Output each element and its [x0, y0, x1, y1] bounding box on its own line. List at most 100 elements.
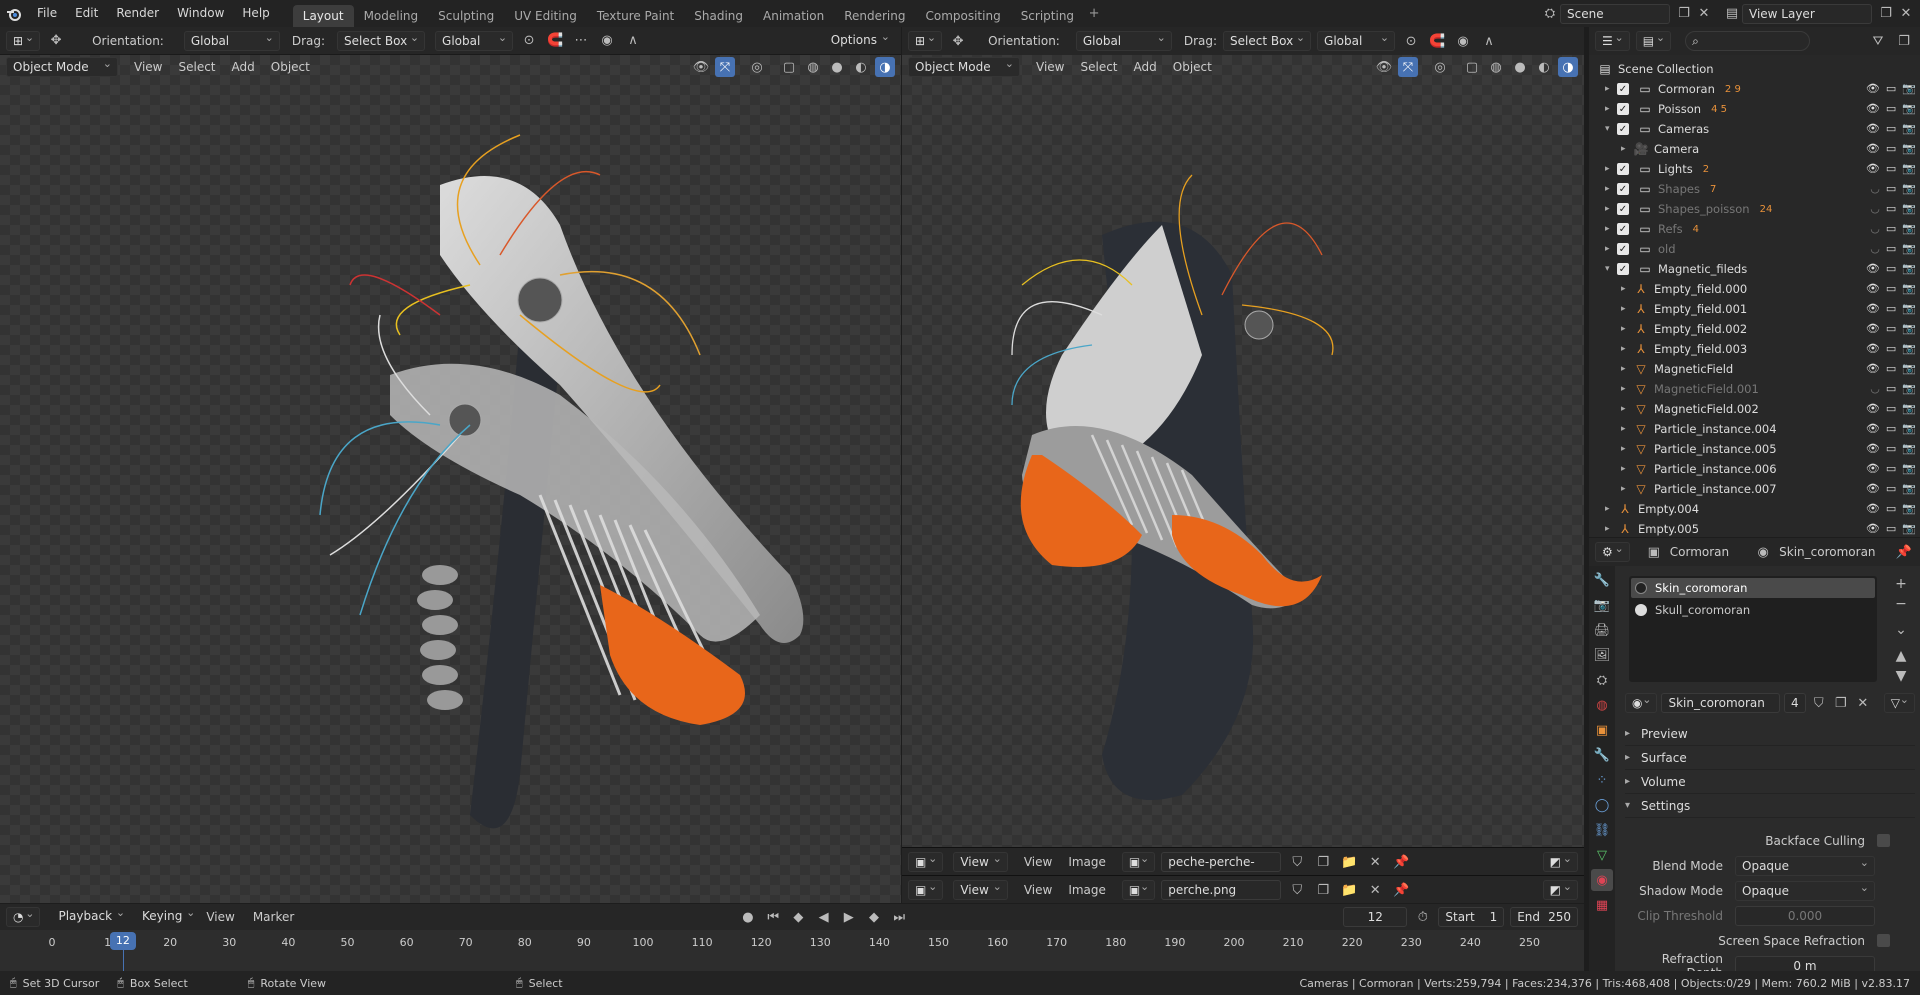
menu-object[interactable]: Object	[271, 60, 310, 74]
rendered-shading-icon[interactable]: ◑	[875, 57, 895, 77]
outliner-row[interactable]: ▸ 🎥 Camera 👁 ▭ 📷	[1597, 139, 1920, 159]
world-tab-icon[interactable]: ◍	[1591, 694, 1613, 716]
editor-type-dropdown[interactable]: ⊞	[6, 29, 41, 51]
move-slot-up-icon[interactable]: ▲	[1889, 646, 1913, 666]
menu-view[interactable]: View	[134, 60, 162, 74]
pin-context-icon[interactable]: 📌	[1894, 542, 1914, 562]
outliner-row[interactable]: ▸ ✓ ▭ old ◡ ▭ 📷	[1597, 239, 1920, 259]
image-menu-view-2[interactable]: View	[1024, 883, 1052, 897]
outliner-row[interactable]: ▸ ▽ Particle_instance.007 👁 ▭ 📷	[1597, 479, 1920, 499]
outliner-search-input[interactable]: ⌕	[1685, 31, 1811, 51]
render-camera-icon[interactable]: 📷	[1902, 302, 1916, 315]
eye-icon[interactable]: 👁	[1866, 342, 1880, 355]
gizmo-toggle-icon[interactable]: ⤧	[715, 57, 735, 77]
render-camera-icon[interactable]: 📷	[1902, 162, 1916, 175]
transform-gizmo-icon-right[interactable]: ✥	[948, 31, 968, 51]
viewport-display-icon[interactable]: ▭	[1886, 242, 1896, 255]
outliner-row[interactable]: ▸ ▽ MagneticField.002 👁 ▭ 📷	[1597, 399, 1920, 419]
transform-gizmo-icon[interactable]: ✥	[46, 31, 66, 51]
image-menu-view[interactable]: View	[1024, 855, 1052, 869]
drag-dropdown-right[interactable]: Select Box	[1223, 29, 1312, 51]
outliner-row[interactable]: ▸ ✓ ▭ Shapes 7 ◡ ▭ 📷	[1597, 179, 1920, 199]
collapsed-arrow-icon[interactable]: ▸	[1621, 364, 1633, 374]
viewport-display-icon[interactable]: ▭	[1886, 122, 1896, 135]
pin-icon[interactable]: 📌	[1391, 852, 1411, 872]
object-tab-icon[interactable]: ▣	[1591, 719, 1613, 741]
pivot-orientation-dropdown[interactable]: Global	[435, 29, 514, 51]
collapsed-arrow-icon[interactable]: ▸	[1621, 304, 1633, 314]
eye-icon[interactable]: 👁	[1866, 462, 1880, 475]
outliner-row[interactable]: ▸ ▽ MagneticField.001 ◡ ▭ 📷	[1597, 379, 1920, 399]
render-camera-icon[interactable]: 📷	[1902, 322, 1916, 335]
outliner-row[interactable]: ▸ ▽ Particle_instance.004 👁 ▭ 📷	[1597, 419, 1920, 439]
timeline-editor-type-dropdown[interactable]: ◔	[6, 905, 41, 927]
render-camera-icon[interactable]: 📷	[1902, 342, 1916, 355]
viewport-display-icon[interactable]: ▭	[1886, 402, 1896, 415]
outliner-row[interactable]: ▸ ✓ ▭ Cormoran 2 9 👁 ▭ 📷	[1597, 79, 1920, 99]
menu-select[interactable]: Select	[178, 60, 215, 74]
delete-view-layer-icon[interactable]: ✕	[1896, 4, 1916, 24]
render-camera-icon[interactable]: 📷	[1902, 462, 1916, 475]
slot-item-skin[interactable]: Skin_coromoran	[1631, 578, 1875, 598]
outliner-row[interactable]: ▸ ⅄ Empty.004 👁 ▭ 📷	[1597, 499, 1920, 519]
snap-icon-right[interactable]: 🧲	[1427, 31, 1447, 51]
properties-editor-type-dropdown[interactable]: ⚙	[1595, 540, 1630, 562]
viewport-display-icon[interactable]: ▭	[1886, 382, 1896, 395]
menu-add-right[interactable]: Add	[1134, 60, 1157, 74]
exclude-checkbox[interactable]: ✓	[1617, 183, 1629, 195]
viewport-display-icon[interactable]: ▭	[1886, 342, 1896, 355]
render-camera-icon[interactable]: 📷	[1902, 82, 1916, 95]
snap-icon[interactable]: 🧲	[545, 31, 565, 51]
view-layer-tab-icon[interactable]: 🖼	[1591, 644, 1613, 666]
collapsed-arrow-icon[interactable]: ▸	[1621, 144, 1633, 154]
preview-range-icon[interactable]: ⏱	[1413, 907, 1432, 927]
viewport-canvas-right[interactable]	[902, 55, 1584, 847]
collapsed-arrow-icon[interactable]: ▸	[1605, 184, 1617, 194]
outliner-row[interactable]: ▸ ▽ Particle_instance.006 👁 ▭ 📷	[1597, 459, 1920, 479]
menu-add[interactable]: Add	[232, 60, 255, 74]
ssr-checkbox[interactable]	[1877, 934, 1890, 947]
child-count-badge[interactable]: 2 9	[1725, 84, 1741, 95]
workspace-tab-modeling[interactable]: Modeling	[354, 5, 429, 27]
workspace-tab-layout[interactable]: Layout	[292, 5, 354, 27]
browse-material-dropdown[interactable]: ◉	[1625, 691, 1658, 713]
viewport-display-icon[interactable]: ▭	[1886, 482, 1896, 495]
viewport-display-icon[interactable]: ▭	[1886, 182, 1896, 195]
mode-dropdown-right[interactable]: Object Mode	[908, 55, 1020, 77]
render-camera-icon[interactable]: 📷	[1902, 362, 1916, 375]
material-tab-icon[interactable]: ◉	[1591, 869, 1613, 891]
new-view-layer-icon[interactable]: ❐	[1876, 4, 1896, 24]
visibility-icon-right[interactable]: 👁	[1374, 57, 1394, 77]
menu-object-right[interactable]: Object	[1173, 60, 1212, 74]
outliner-row[interactable]: ▸ ⅄ Empty_field.000 👁 ▭ 📷	[1597, 279, 1920, 299]
eye-icon[interactable]: 👁	[1866, 142, 1880, 155]
end-frame-field[interactable]: End 250	[1510, 907, 1578, 927]
fake-user-material-icon[interactable]: ⛉	[1810, 693, 1828, 713]
eye-icon[interactable]: 👁	[1866, 282, 1880, 295]
snap-target-icon[interactable]: ⋯	[571, 31, 591, 51]
outliner-row[interactable]: ▸ ▽ MagneticField 👁 ▭ 📷	[1597, 359, 1920, 379]
workspace-tab-texture-paint[interactable]: Texture Paint	[587, 5, 684, 27]
display-channels-dropdown-2[interactable]: ◩	[1542, 878, 1578, 900]
collapsed-arrow-icon[interactable]: ▸	[1621, 324, 1633, 334]
render-camera-icon[interactable]: 📷	[1902, 242, 1916, 255]
orientation-dropdown[interactable]: Global	[183, 29, 280, 51]
render-tab-icon[interactable]: 📷	[1591, 594, 1613, 616]
image-view-dropdown-2[interactable]: View	[953, 878, 1008, 900]
blender-logo-icon[interactable]	[4, 4, 24, 24]
viewport-display-icon[interactable]: ▭	[1886, 422, 1896, 435]
options-dropdown[interactable]: Options	[825, 28, 895, 51]
collapsed-arrow-icon[interactable]: ▸	[1621, 284, 1633, 294]
editor-type-dropdown-right[interactable]: ⊞	[908, 29, 943, 51]
collapsed-arrow-icon[interactable]: ▸	[1621, 344, 1633, 354]
render-camera-icon[interactable]: 📷	[1902, 102, 1916, 115]
panel-preview[interactable]: ▸ Preview	[1625, 722, 1915, 746]
eye-icon[interactable]: ◡	[1870, 382, 1880, 395]
menu-file[interactable]: File	[28, 0, 66, 27]
eye-icon[interactable]: 👁	[1866, 482, 1880, 495]
delete-scene-icon[interactable]: ✕	[1694, 4, 1714, 24]
outliner-display-mode-dropdown[interactable]: ▤	[1635, 29, 1672, 51]
exclude-checkbox[interactable]: ✓	[1617, 123, 1629, 135]
viewport-display-icon[interactable]: ▭	[1886, 222, 1896, 235]
image-name-field[interactable]: peche-perche-ete-0...	[1161, 852, 1282, 887]
